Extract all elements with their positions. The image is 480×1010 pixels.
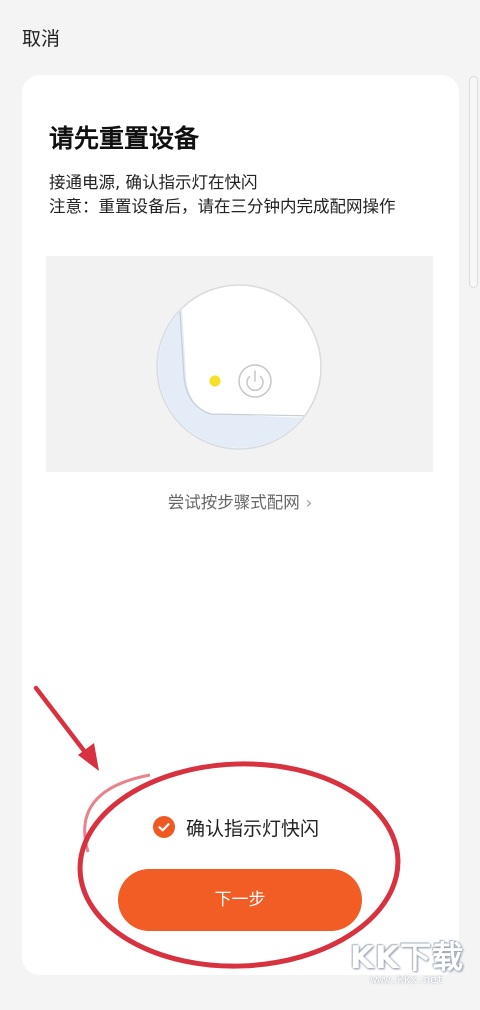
chevron-right-icon: › <box>305 493 313 512</box>
cancel-button[interactable]: 取消 <box>22 24 60 54</box>
step-by-step-pairing-link[interactable]: 尝试按步骤式配网 › <box>0 490 480 516</box>
page-title: 请先重置设备 <box>49 124 200 153</box>
instruction-text: 接通电源, 确认指示灯在快闪 <box>49 173 258 192</box>
indicator-light <box>209 375 221 387</box>
notice-text: 注意：重置设备后，请在三分钟内完成配网操作 <box>49 197 396 216</box>
device-reset-illustration <box>46 256 433 472</box>
confirm-indicator-checkbox[interactable]: 确认指示灯快闪 <box>153 812 319 842</box>
scrollbar[interactable] <box>469 76 478 288</box>
checkmark-icon[interactable] <box>153 816 175 838</box>
next-step-button[interactable]: 下一步 <box>118 869 362 931</box>
step-by-step-pairing-label: 尝试按步骤式配网 <box>167 493 300 512</box>
confirm-indicator-label: 确认指示灯快闪 <box>186 817 320 840</box>
